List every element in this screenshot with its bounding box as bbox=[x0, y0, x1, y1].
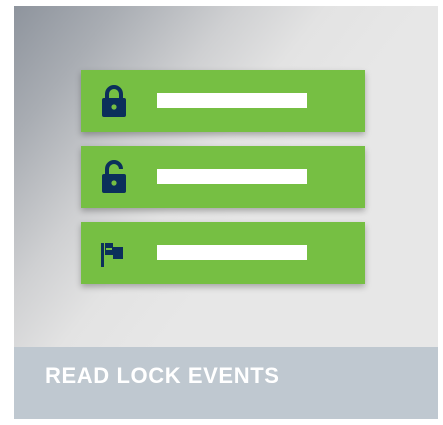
footer-title: READ LOCK EVENTS bbox=[45, 363, 280, 388]
footer-banner: READ LOCK EVENTS bbox=[14, 347, 438, 419]
event-row-locked[interactable] bbox=[81, 70, 365, 132]
event-label-placeholder bbox=[157, 245, 307, 260]
event-row-flag[interactable] bbox=[81, 222, 365, 284]
event-row-unlocked[interactable] bbox=[81, 146, 365, 208]
lock-open-icon bbox=[99, 159, 129, 195]
lock-closed-icon bbox=[99, 83, 129, 119]
event-label-placeholder bbox=[157, 93, 307, 108]
event-label-placeholder bbox=[157, 169, 307, 184]
event-card: READ LOCK EVENTS bbox=[14, 6, 438, 419]
flag-icon bbox=[99, 235, 129, 271]
